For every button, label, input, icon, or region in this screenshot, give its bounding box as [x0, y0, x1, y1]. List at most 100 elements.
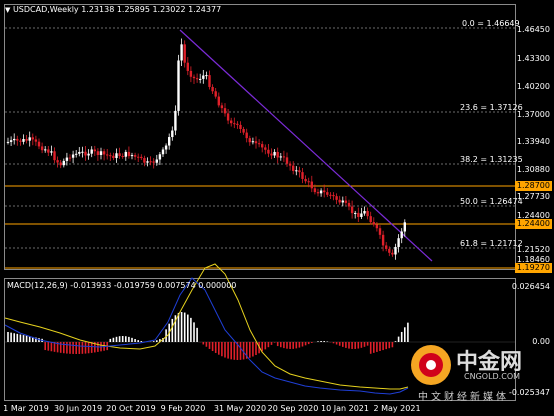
macd-bar	[360, 342, 363, 348]
candle-body	[292, 165, 295, 171]
macd-bar	[125, 336, 127, 342]
candle-body	[106, 154, 109, 156]
candle-body	[319, 190, 323, 194]
fibo-label: 23.6 = 1.37126	[460, 103, 523, 112]
macd-bar	[72, 342, 74, 354]
candle-body	[16, 138, 19, 141]
macd-bar	[388, 342, 391, 349]
candle-body	[53, 151, 56, 161]
price-label: 1.30880	[516, 165, 550, 174]
macd-bar	[385, 342, 387, 350]
candle-body	[236, 123, 239, 125]
candle-body	[6, 141, 10, 143]
macd-bar	[270, 342, 273, 345]
time-label: 2 May 2021	[373, 404, 421, 413]
macd-bar	[75, 342, 77, 354]
candle-body	[195, 78, 199, 80]
macd-bar	[348, 342, 350, 349]
candle-body	[118, 153, 121, 157]
candle-body	[164, 145, 168, 150]
macd-bar	[180, 312, 183, 342]
candle-body	[87, 153, 90, 156]
candle-body	[99, 151, 103, 156]
time-label: 31 May 2020	[213, 404, 267, 413]
macd-bar	[345, 342, 347, 348]
macd-bar	[112, 337, 115, 342]
candle-body	[133, 155, 137, 157]
time-label: 1 Mar 2019	[3, 404, 49, 413]
macd-bar	[233, 342, 236, 360]
candle-body	[326, 192, 329, 195]
candle-body	[350, 206, 354, 214]
candle-body	[47, 149, 50, 153]
macd-bar	[140, 341, 143, 342]
candle-body	[338, 199, 341, 203]
macd-bar	[397, 336, 400, 342]
macd-bar	[19, 334, 22, 342]
candle-body	[93, 149, 96, 152]
candle-body	[354, 212, 357, 214]
candle-body	[344, 200, 348, 203]
candle-body	[230, 120, 233, 124]
candle-body	[186, 62, 189, 71]
macd-bar	[152, 341, 155, 342]
candle-body	[96, 151, 100, 156]
price-label: 1.46450	[516, 25, 550, 34]
macd-bar	[90, 342, 93, 353]
candle-body	[71, 154, 75, 158]
candle-body	[360, 213, 363, 217]
candle-body	[56, 160, 59, 163]
chart-header: ▼ USDCAD,Weekly 1.23138 1.25895 1.23022 …	[5, 5, 221, 15]
macd-bar	[50, 342, 53, 352]
candle-body	[102, 151, 106, 155]
time-label: 20 Sep 2020	[267, 404, 319, 413]
candle-body	[62, 160, 65, 166]
macd-bar	[342, 342, 344, 347]
candle-body	[295, 170, 298, 172]
macd-bar	[196, 327, 198, 342]
candle-body	[152, 161, 155, 163]
candle-body	[310, 181, 313, 189]
candle-body	[248, 138, 251, 143]
macd-bar	[84, 342, 87, 354]
candle-body	[369, 216, 372, 223]
level-badge: 1.19270	[514, 263, 552, 273]
macd-bar	[131, 337, 133, 342]
candle-body	[9, 140, 13, 142]
candle-body	[307, 181, 310, 183]
candle-body	[19, 140, 22, 142]
candle-body	[137, 156, 140, 158]
candle-body	[239, 124, 242, 130]
price-label: 1.40200	[516, 82, 550, 91]
candle-body	[199, 78, 202, 80]
macd-bar	[354, 342, 356, 349]
macd-title: MACD(12,26,9) -0.013933 -0.019759 0.0075…	[7, 281, 237, 290]
candle-body	[143, 158, 146, 163]
macd-bar	[177, 312, 180, 342]
macd-bar	[252, 342, 254, 357]
candle-body	[385, 245, 388, 249]
dropdown-arrow-icon[interactable]: ▼	[5, 6, 10, 14]
candle-body	[285, 157, 289, 164]
macd-bar	[298, 342, 301, 348]
macd-bar	[407, 322, 409, 342]
macd-bar	[28, 336, 31, 342]
time-label: 9 Feb 2020	[160, 404, 206, 413]
candle-body	[25, 139, 28, 141]
level-badge: 1.24400	[514, 219, 552, 229]
candle-body	[245, 132, 248, 139]
macd-bar	[373, 342, 375, 353]
candle-body	[332, 195, 335, 197]
candle-body	[183, 44, 186, 63]
candle-body	[223, 108, 227, 114]
candle-body	[372, 222, 375, 225]
candle-body	[301, 172, 304, 179]
candle-body	[13, 138, 16, 141]
candle-body	[403, 222, 406, 232]
candle-body	[261, 144, 264, 148]
fibo-label: 0.0 = 1.46649	[462, 19, 520, 28]
candle-body	[50, 151, 53, 153]
macd-bar	[211, 342, 214, 352]
candle-body	[124, 151, 127, 157]
candle-body	[59, 162, 62, 166]
